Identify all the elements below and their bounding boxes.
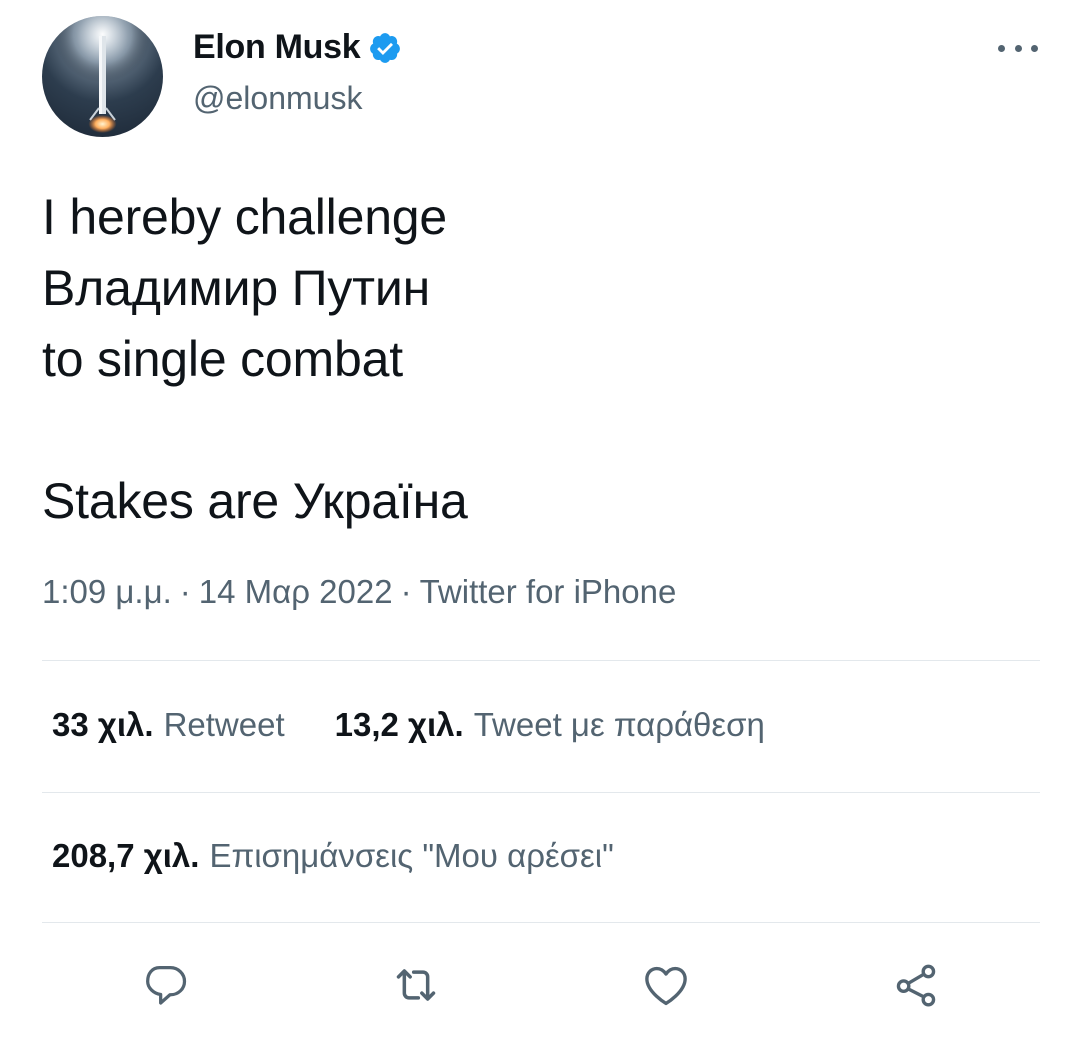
quotes-label: Tweet με παράθεση bbox=[473, 706, 765, 743]
like-icon bbox=[645, 966, 687, 1006]
verified-badge-icon bbox=[368, 31, 402, 65]
likes-stats-row: 208,7 χιλ. Επισημάνσεις "Μου αρέσει" bbox=[52, 837, 614, 875]
rocket-landing-image bbox=[42, 16, 163, 137]
divider bbox=[42, 660, 1040, 661]
dot bbox=[1031, 44, 1038, 52]
tweet-meta: 1:09 μ.μ. · 14 Μαρ 2022 · Twitter for iPhone bbox=[42, 573, 676, 611]
likes-label: Επισημάνσεις "Μου αρέσει" bbox=[209, 837, 614, 874]
tweet-time[interactable]: 1:09 μ.μ. bbox=[42, 573, 172, 610]
retweet-icon bbox=[396, 969, 436, 1001]
retweet-button[interactable] bbox=[386, 955, 446, 1015]
meta-separator: · bbox=[400, 573, 412, 610]
display-name[interactable]: Elon Musk bbox=[193, 28, 361, 67]
retweets-count: 33 χιλ. bbox=[52, 706, 154, 743]
action-bar bbox=[0, 955, 1080, 1015]
retweets-label: Retweet bbox=[163, 706, 285, 743]
more-options-icon[interactable] bbox=[998, 36, 1038, 60]
retweet-stats-row: 33 χιλ. Retweet 13,2 χιλ. Tweet με παράθ… bbox=[52, 706, 765, 744]
author-handle[interactable]: @elonmusk bbox=[193, 80, 362, 117]
share-button[interactable] bbox=[886, 955, 946, 1015]
author-name-row[interactable]: Elon Musk bbox=[193, 28, 402, 67]
dot bbox=[1014, 44, 1022, 52]
tweet-line: I hereby challenge bbox=[42, 189, 448, 245]
like-button[interactable] bbox=[636, 955, 696, 1015]
tweet-date[interactable]: 14 Μαρ 2022 bbox=[199, 573, 393, 610]
share-icon bbox=[896, 964, 936, 1007]
meta-separator: · bbox=[179, 573, 191, 610]
retweets-stat[interactable]: 33 χιλ. Retweet bbox=[52, 706, 285, 744]
tweet-line: to single combat bbox=[42, 331, 403, 387]
tweet-detail: Elon Musk @elonmusk I hereby challenge В… bbox=[0, 0, 1080, 1048]
reply-icon bbox=[146, 966, 187, 1005]
likes-count: 208,7 χιλ. bbox=[52, 837, 200, 874]
dot bbox=[998, 44, 1005, 52]
tweet-line: Владимир Путин bbox=[42, 260, 431, 316]
quotes-count: 13,2 χιλ. bbox=[334, 706, 464, 743]
likes-stat[interactable]: 208,7 χιλ. Επισημάνσεις "Μου αρέσει" bbox=[52, 837, 614, 875]
tweet-source[interactable]: Twitter for iPhone bbox=[420, 573, 677, 610]
reply-button[interactable] bbox=[135, 955, 195, 1015]
avatar[interactable] bbox=[42, 16, 163, 137]
divider bbox=[42, 792, 1040, 793]
tweet-line: Stakes are Україна bbox=[42, 473, 468, 529]
quotes-stat[interactable]: 13,2 χιλ. Tweet με παράθεση bbox=[335, 706, 765, 744]
tweet-text: I hereby challenge Владимир Путин to sin… bbox=[42, 182, 468, 537]
divider bbox=[42, 922, 1040, 923]
